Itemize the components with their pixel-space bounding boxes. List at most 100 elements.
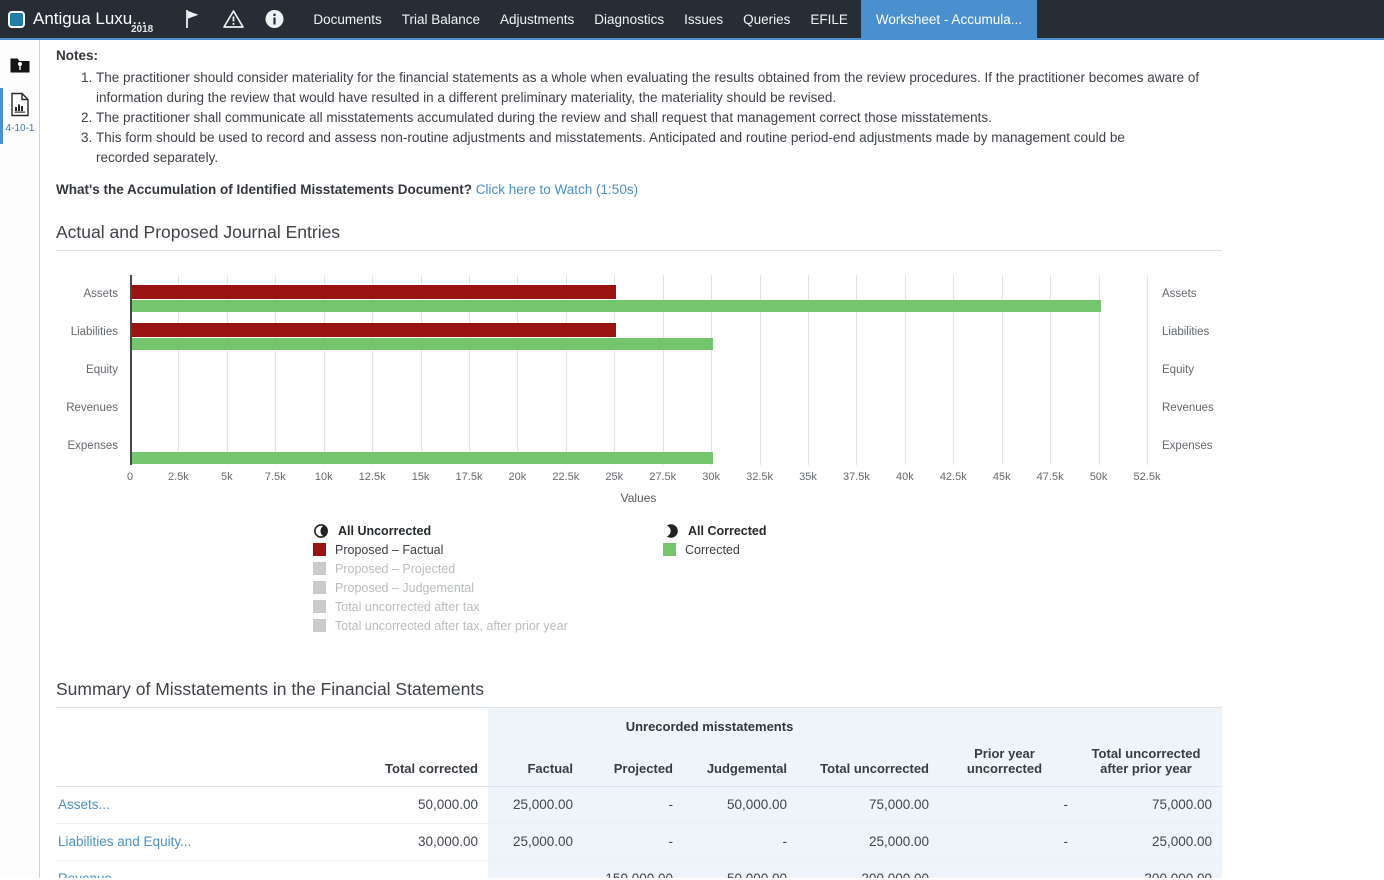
warning-triangle-icon[interactable]: [222, 8, 245, 30]
legend-item[interactable]: Proposed – Judgemental: [313, 578, 663, 597]
legend-all-corrected-toggle[interactable]: All Corrected: [663, 521, 1013, 540]
category-label-liabilities: Liabilities: [1162, 313, 1232, 351]
bar-uncorrected-liabilities[interactable]: [132, 323, 616, 337]
row-label-cell: Liabilities and Equity...: [56, 823, 306, 860]
video-help-line: What's the Accumulation of Identified Mi…: [56, 182, 1222, 197]
top-nav-bar: Antigua Luxu... 2018 DocumentsTrial Bala…: [0, 0, 1384, 40]
x-tick-label: 42.5k: [931, 471, 975, 483]
legend-item[interactable]: Total uncorrected after tax: [313, 597, 663, 616]
x-tick-label: 45k: [980, 471, 1024, 483]
document-sidebar: 4-10-1: [0, 40, 40, 878]
chart-right-category-labels: AssetsLiabilitiesEquityRevenuesExpenses: [1162, 275, 1232, 465]
row-link[interactable]: Revenue...: [58, 871, 123, 878]
column-header-total-uncorrected-after-prior-year: Total uncorrected after prior year: [1078, 734, 1222, 786]
legend-swatch-icon: [313, 600, 326, 613]
value-cell: -: [939, 860, 1078, 878]
category-label-assets: Assets: [56, 275, 118, 313]
moon-mostly-empty-icon: [313, 523, 329, 539]
document-chart-icon: [10, 92, 30, 117]
journal-entries-chart: AssetsLiabilitiesEquityRevenuesExpenses …: [56, 275, 1222, 511]
unrecorded-group-header: Unrecorded misstatements: [488, 708, 939, 734]
nav-item-queries[interactable]: Queries: [733, 0, 800, 38]
legend-item[interactable]: Corrected: [663, 540, 1013, 559]
legend-uncorrected-column: All Uncorrected Proposed – FactualPropos…: [313, 521, 663, 635]
info-circle-icon[interactable]: [264, 8, 285, 30]
nav-item-issues[interactable]: Issues: [674, 0, 733, 38]
nav-item-adjustments[interactable]: Adjustments: [490, 0, 584, 38]
legend-swatch-icon: [313, 543, 326, 556]
row-label-cell: Revenue...: [56, 860, 306, 878]
value-cell: 25,000.00: [488, 786, 583, 823]
category-label-equity: Equity: [1162, 351, 1232, 389]
pinned-folder-icon[interactable]: [9, 54, 31, 81]
legend-uncorrected-items: Proposed – Factual Proposed – Projected Pr…: [313, 540, 663, 635]
chart-plot-area: [130, 275, 1147, 465]
category-label-liabilities: Liabilities: [56, 313, 118, 351]
row-link[interactable]: Assets...: [58, 797, 110, 812]
group-shade-cell: [1078, 708, 1222, 734]
x-tick-label: 12.5k: [350, 471, 394, 483]
x-tick-label: 17.5k: [447, 471, 491, 483]
video-watch-link[interactable]: Click here to Watch (1:50s): [476, 182, 638, 197]
legend-item-label: Total uncorrected after tax, after prior…: [335, 619, 568, 633]
value-cell: 50,000.00: [683, 786, 797, 823]
legend-item-label: Total uncorrected after tax: [335, 600, 480, 614]
nav-item-efile[interactable]: EFILE: [800, 0, 858, 38]
category-label-expenses: Expenses: [1162, 427, 1232, 465]
legend-all-uncorrected-toggle[interactable]: All Uncorrected: [313, 521, 663, 540]
bar-corrected-assets[interactable]: [132, 300, 1101, 312]
column-header-judgemental: Judgemental: [683, 734, 797, 786]
notes-list: The practitioner should consider materia…: [56, 68, 1222, 168]
note-item: The practitioner shall communicate all m…: [96, 108, 1222, 128]
chart-x-axis-title: Values: [130, 491, 1147, 505]
app-brand[interactable]: Antigua Luxu... 2018: [0, 0, 156, 38]
value-cell: 50,000.00: [306, 786, 488, 823]
legend-item-label: Corrected: [685, 543, 740, 557]
x-tick-label: 50k: [1077, 471, 1121, 483]
chart-gridline: [1147, 275, 1148, 465]
value-cell: 50,000.00: [683, 860, 797, 878]
moon-mostly-full-icon: [663, 523, 679, 539]
column-header-row-label: [56, 734, 306, 786]
nav-item-documents[interactable]: Documents: [303, 0, 391, 38]
row-link[interactable]: Liabilities and Equity...: [58, 834, 191, 849]
note-item: This form should be used to record and a…: [96, 128, 1158, 168]
x-tick-label: 32.5k: [738, 471, 782, 483]
value-cell: 200,000.00: [1078, 860, 1222, 878]
legend-item[interactable]: Proposed – Factual: [313, 540, 663, 559]
nav-item-diagnostics[interactable]: Diagnostics: [584, 0, 674, 38]
engagement-title: Antigua Luxu...: [33, 9, 146, 29]
column-header-factual: Factual: [488, 734, 583, 786]
legend-swatch-icon: [313, 581, 326, 594]
document-number-label: 4-10-1: [0, 123, 40, 134]
bar-corrected-liabilities[interactable]: [132, 338, 713, 350]
column-header-prior-year-uncorrected: Prior year uncorrected: [939, 734, 1078, 786]
note-item: The practitioner should consider materia…: [96, 68, 1222, 108]
legend-corrected-items: Corrected: [663, 540, 1013, 559]
value-cell: 30,000.00: [306, 823, 488, 860]
group-shade-cell: [939, 708, 1078, 734]
nav-icon-group: [156, 0, 295, 38]
nav-item-trial-balance[interactable]: Trial Balance: [392, 0, 490, 38]
table-row: Revenue...--150,000.0050,000.00200,000.0…: [56, 860, 1222, 878]
category-label-assets: Assets: [1162, 275, 1232, 313]
legend-corrected-column: All Corrected Corrected: [663, 521, 1013, 635]
bar-corrected-expenses[interactable]: [132, 452, 713, 464]
category-label-revenues: Revenues: [56, 389, 118, 427]
legend-item-label: Proposed – Factual: [335, 543, 443, 557]
flag-icon[interactable]: [182, 8, 203, 30]
legend-item-label: Proposed – Judgemental: [335, 581, 474, 595]
legend-item[interactable]: Proposed – Projected: [313, 559, 663, 578]
video-question-text: What's the Accumulation of Identified Mi…: [56, 182, 472, 197]
x-tick-label: 10k: [302, 471, 346, 483]
legend-item[interactable]: Total uncorrected after tax, after prior…: [313, 616, 663, 635]
x-tick-label: 37.5k: [834, 471, 878, 483]
column-header-total-corrected: Total corrected: [306, 734, 488, 786]
bar-uncorrected-assets[interactable]: [132, 285, 616, 299]
x-tick-label: 2.5k: [156, 471, 200, 483]
sidebar-item-worksheet[interactable]: 4-10-1: [0, 92, 40, 134]
chart-section-title: Actual and Proposed Journal Entries: [56, 222, 1222, 251]
chart-left-category-labels: AssetsLiabilitiesEquityRevenuesExpenses: [56, 275, 118, 465]
active-worksheet-tab[interactable]: Worksheet - Accumula...: [861, 0, 1037, 38]
value-cell: -: [488, 860, 583, 878]
